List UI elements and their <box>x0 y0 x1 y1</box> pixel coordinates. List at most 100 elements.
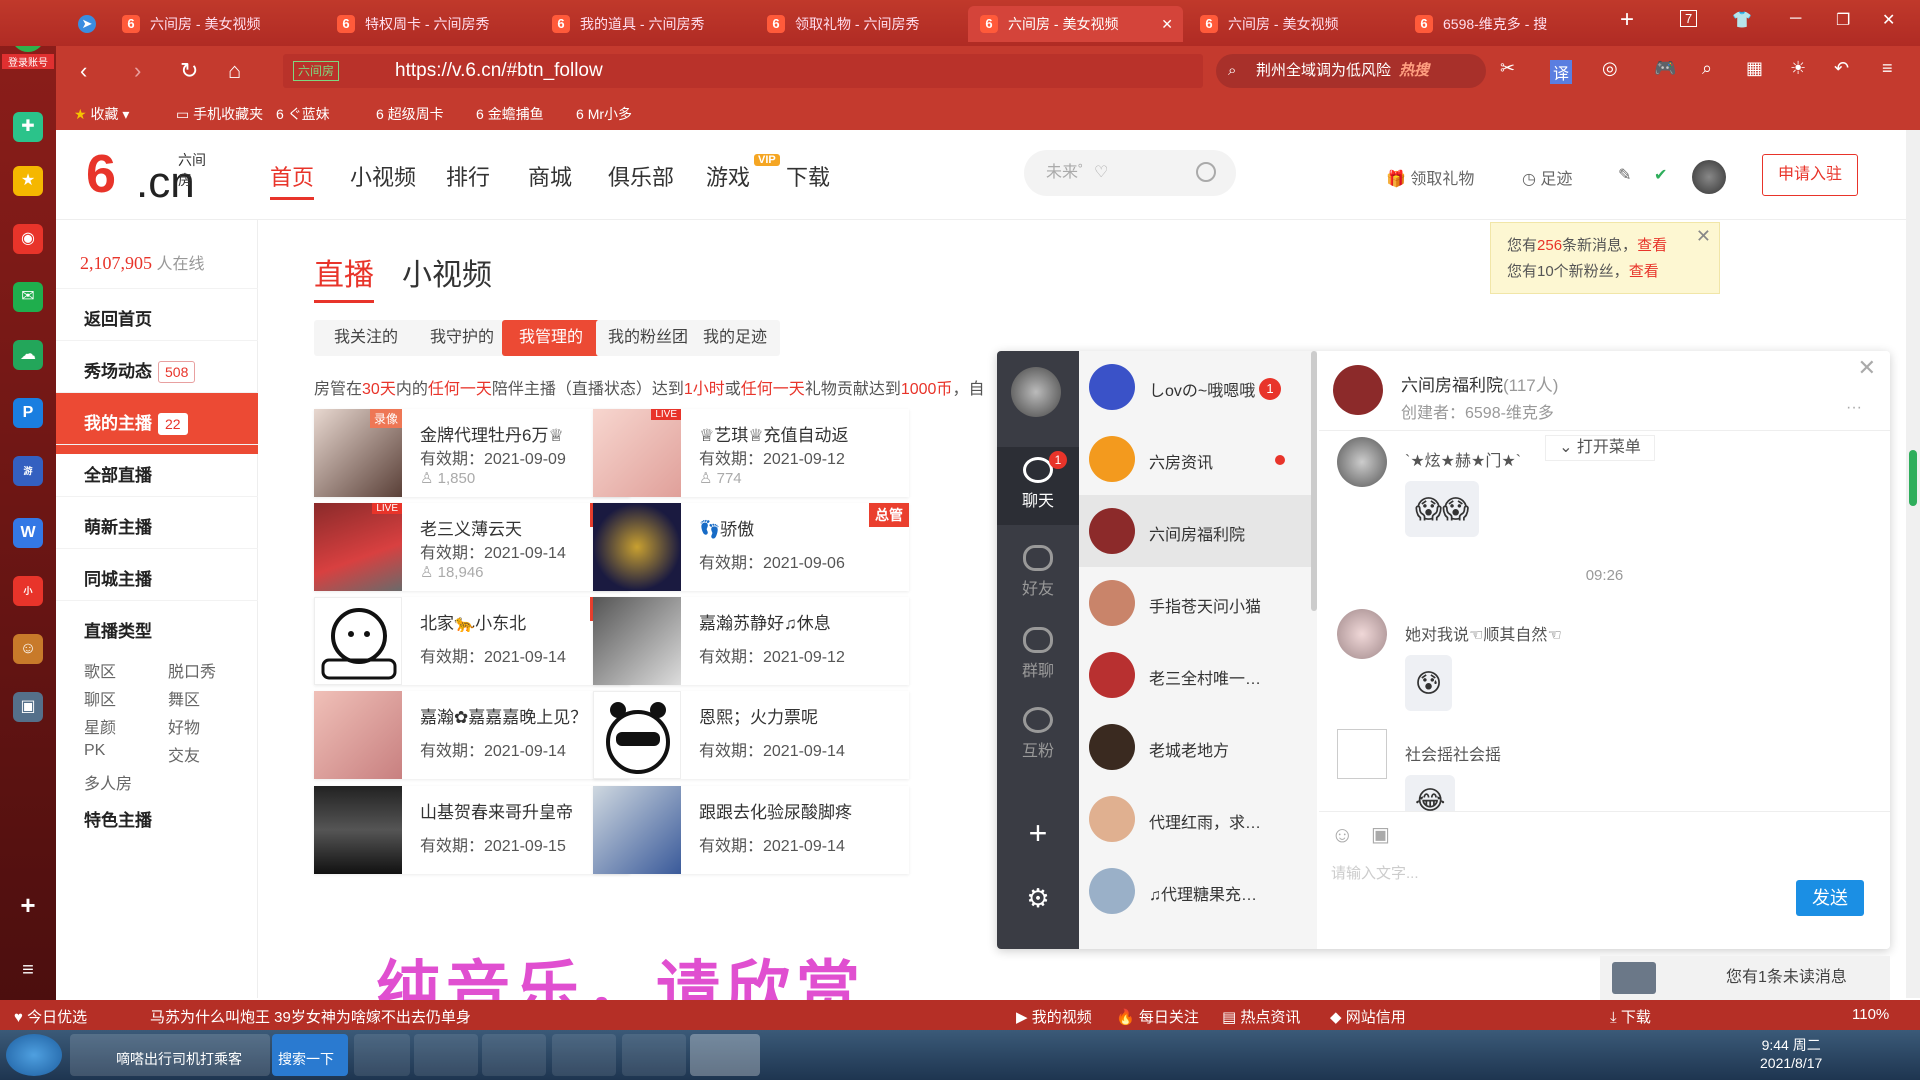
image-icon[interactable]: ▣ <box>1371 822 1390 847</box>
rail-chat[interactable]: 聊天 1 <box>997 447 1079 525</box>
type-link[interactable]: 歌区 <box>84 658 116 682</box>
bookmark-item[interactable]: 6 金蟾捕鱼 <box>476 104 544 124</box>
unread-message-bar[interactable]: 您有1条未读消息 <box>1600 956 1890 1000</box>
apply-button[interactable]: 申请入驻 <box>1762 154 1858 196</box>
scroll-thumb[interactable] <box>1909 450 1917 506</box>
site-logo[interactable]: 6 .cn 六间房 <box>86 144 216 207</box>
forward-arrow-icon[interactable]: › <box>134 58 141 84</box>
start-button[interactable] <box>6 1034 62 1076</box>
browser-tab[interactable]: 6 特权周卡 - 六间房秀 <box>325 6 540 42</box>
bookmark-item[interactable]: 6 ぐ蓝妹 <box>276 104 330 124</box>
coin-icon[interactable]: ◎ <box>1602 58 1618 79</box>
filter-guarding[interactable]: 我守护的 <box>410 320 514 356</box>
app-plus-icon[interactable]: ✚ <box>13 112 43 142</box>
filter-managed[interactable]: 我管理的 <box>502 320 600 356</box>
notification-icon[interactable] <box>1856 1034 1896 1076</box>
type-link[interactable]: 好物 <box>168 714 200 738</box>
restore-icon[interactable]: ❐ <box>1836 10 1850 30</box>
bookmark-item[interactable]: ★ 收藏 ▾ <box>74 104 129 124</box>
magnifier-icon[interactable]: ⌕ <box>1702 58 1712 79</box>
taskbar-active-app-icon[interactable] <box>690 1034 760 1076</box>
contact-item[interactable]: しovの~哦嗯哦 1 <box>1079 351 1311 423</box>
close-window-icon[interactable]: ✕ <box>1882 10 1895 30</box>
bookmark-item[interactable]: ▭ 手机收藏夹 <box>176 104 263 124</box>
close-icon[interactable]: ✕ <box>1858 355 1876 381</box>
bookmark-item[interactable]: 6 Mr小多 <box>576 104 632 124</box>
search-icon[interactable] <box>1196 162 1216 182</box>
game-car-icon[interactable]: ▣ <box>13 692 43 722</box>
browser-search-box[interactable]: ⌕ 荆州全域调为低风险 热搜 <box>1216 54 1486 88</box>
rail-mutual[interactable]: 互粉 <box>997 697 1079 775</box>
undo-icon[interactable]: ↶ <box>1834 58 1849 79</box>
chat-input[interactable]: 请输入文字... <box>1331 862 1419 883</box>
contact-item[interactable]: 老三全村唯一… <box>1079 639 1311 711</box>
edit-icon[interactable]: ✎ <box>1618 165 1631 185</box>
favorites-star-icon[interactable]: ★ <box>13 166 43 196</box>
type-link[interactable]: 聊区 <box>84 686 116 710</box>
grid-icon[interactable]: ▦ <box>1746 58 1763 79</box>
sender-avatar[interactable] <box>1337 437 1387 487</box>
taskbar-k-app-icon[interactable] <box>354 1034 410 1076</box>
zoom-level[interactable]: 110% <box>1852 1006 1889 1023</box>
tab-count-badge[interactable]: 7 <box>1680 10 1698 27</box>
host-card[interactable]: 👣骄傲 有效期：2021-09-06 总管 <box>593 503 909 591</box>
menu-lines-icon[interactable]: ≡ <box>13 955 43 985</box>
filter-footprint[interactable]: 我的足迹 <box>690 320 780 356</box>
browser-tab[interactable]: 6 6598-维克多 - 搜 <box>1403 6 1603 42</box>
weibo-icon[interactable]: ◉ <box>13 224 43 254</box>
docs-icon[interactable]: W <box>13 518 43 548</box>
host-card[interactable]: LIVE 老三义薄云天 有效期：2021-09-14 ♙ 18,946 总管 <box>314 503 630 591</box>
scissors-icon[interactable]: ✂ <box>1500 58 1515 79</box>
system-tray[interactable] <box>1480 1034 1740 1076</box>
type-link[interactable]: 脱口秀 <box>168 658 216 682</box>
contact-scrollbar[interactable] <box>1311 351 1317 611</box>
type-link[interactable]: 交友 <box>168 742 200 766</box>
contact-item[interactable]: 代理红雨，求… <box>1079 783 1311 855</box>
page-scrollbar[interactable] <box>1906 130 1920 998</box>
close-tab-icon[interactable]: ✕ <box>1161 6 1173 42</box>
rail-groups[interactable]: 群聊 <box>997 617 1079 695</box>
red-app-icon[interactable]: 小 <box>13 576 43 606</box>
taskbar-folder-icon[interactable] <box>482 1034 546 1076</box>
address-bar[interactable]: 六间房 https://v.6.cn/#btn_follow <box>283 54 1203 88</box>
bookmark-item[interactable]: 6 超级周卡 <box>376 104 444 124</box>
nav-short-video[interactable]: 小视频 <box>350 160 416 192</box>
gamepad-icon[interactable]: 🎮 <box>1654 58 1676 79</box>
host-card[interactable]: 恩熙；火力票呢 有效期：2021-09-14 <box>593 691 909 779</box>
open-menu-button[interactable]: ⌄ 打开菜单 <box>1545 435 1655 461</box>
contact-item[interactable]: 手指苍天问小猫 <box>1079 567 1311 639</box>
browser-tab[interactable]: 6 六间房 - 美女视频 <box>1188 6 1403 42</box>
minimize-icon[interactable]: ─ <box>1790 10 1801 28</box>
filter-fan-club[interactable]: 我的粉丝团 <box>596 320 700 356</box>
brightness-icon[interactable]: ☀ <box>1790 58 1806 79</box>
gift-link[interactable]: 🎁 领取礼物 <box>1386 165 1474 189</box>
back-arrow-icon[interactable]: ‹ <box>80 58 87 84</box>
notice-view-link[interactable]: 查看 <box>1629 263 1659 280</box>
daily-picks[interactable]: ♥ 今日优选 <box>14 1006 87 1027</box>
check-icon[interactable]: ✔ <box>1654 165 1667 185</box>
menu-icon[interactable]: ≡ <box>1882 58 1893 79</box>
translate-icon[interactable]: 译 <box>1550 60 1573 84</box>
sender-avatar[interactable] <box>1337 729 1387 779</box>
refresh-icon[interactable]: ↻ <box>180 58 198 84</box>
contact-item[interactable]: 六房资讯 <box>1079 423 1311 495</box>
host-card[interactable]: 嘉瀚✿嘉嘉嘉晚上见？ 有效期：2021-09-14 <box>314 691 630 779</box>
taskbar-search-button[interactable]: 搜索一下 <box>272 1034 348 1076</box>
tab-short-video[interactable]: 小视频 <box>402 250 492 294</box>
mail-icon[interactable]: ✉ <box>13 282 43 312</box>
sender-avatar[interactable] <box>1337 609 1387 659</box>
contact-item[interactable]: ♫代理糖果充… <box>1079 855 1311 927</box>
browser-tab[interactable]: 6 我的道具 - 六间房秀 <box>540 6 755 42</box>
skin-shirt-icon[interactable]: 👕 <box>1732 10 1752 30</box>
filter-following[interactable]: 我关注的 <box>314 320 418 356</box>
settings-gear-icon[interactable]: ⚙ <box>997 883 1079 914</box>
contact-item[interactable]: 老城老地方 <box>1079 711 1311 783</box>
taskbar-player-icon[interactable] <box>622 1034 686 1076</box>
type-link[interactable]: 星颜 <box>84 714 116 738</box>
nav-mall[interactable]: 商城 <box>528 160 572 192</box>
nav-ranking[interactable]: 排行 <box>446 160 490 192</box>
browser-tab[interactable]: 6 六间房 - 美女视频 <box>110 6 325 42</box>
host-card[interactable]: 山基贺春来哥升皇帝 有效期：2021-09-15 <box>314 786 630 874</box>
nav-club[interactable]: 俱乐部 <box>608 160 674 192</box>
browser-tab-active[interactable]: 6 六间房 - 美女视频 ✕ <box>968 6 1183 42</box>
